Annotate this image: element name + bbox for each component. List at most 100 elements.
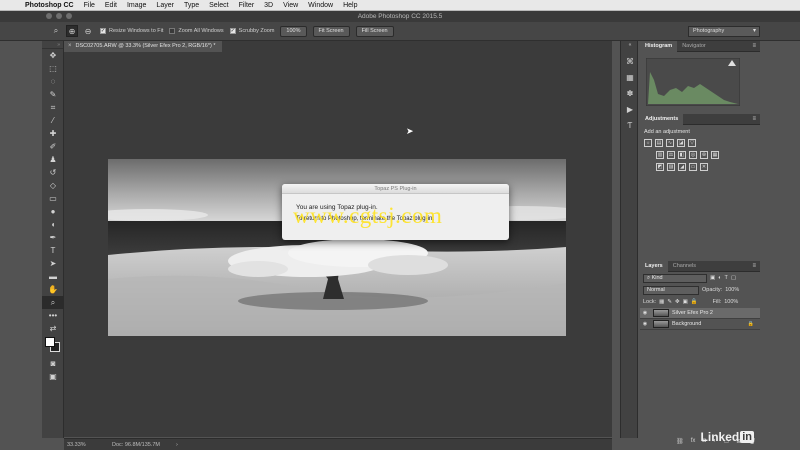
- resize-windows-checkbox[interactable]: ✓ Resize Windows to Fit: [100, 28, 163, 34]
- rectangle-tool-icon[interactable]: ▬: [42, 270, 64, 283]
- zoom-tool-icon[interactable]: ⌕: [42, 296, 64, 309]
- gradient-map-icon[interactable]: ▭: [689, 163, 697, 171]
- layer-kind-filter[interactable]: ⌕ Kind: [643, 273, 707, 283]
- menu-type[interactable]: Type: [179, 0, 204, 11]
- tab-navigator[interactable]: Navigator: [677, 41, 711, 52]
- black-white-icon[interactable]: ◧: [678, 151, 686, 159]
- status-menu-arrow-icon[interactable]: ›: [176, 442, 178, 448]
- curves-icon[interactable]: ∿: [666, 139, 674, 147]
- opacity-value[interactable]: 100%: [725, 287, 739, 293]
- brightness-contrast-icon[interactable]: ☼: [644, 139, 652, 147]
- quick-mask-icon[interactable]: ◙: [42, 357, 64, 370]
- posterize-icon[interactable]: ▨: [667, 163, 675, 171]
- fill-screen-button[interactable]: Fill Screen: [355, 25, 394, 37]
- panel-collapse-icon[interactable]: »: [42, 41, 63, 49]
- canvas-area[interactable]: [64, 52, 612, 437]
- menu-view[interactable]: View: [278, 0, 303, 11]
- properties-panel-icon[interactable]: ▦: [621, 69, 639, 85]
- blur-tool-icon[interactable]: ●: [42, 205, 64, 218]
- panel-menu-icon[interactable]: ≡: [752, 41, 756, 52]
- zoom-all-windows-checkbox[interactable]: Zoom All Windows: [169, 28, 224, 34]
- filter-shape-icon[interactable]: ▢: [731, 275, 736, 281]
- menu-filter[interactable]: Filter: [234, 0, 260, 11]
- filter-type-icon[interactable]: T: [725, 275, 728, 281]
- brush-tool-icon[interactable]: ✐: [42, 140, 64, 153]
- zoom-in-icon[interactable]: ⊕: [66, 25, 78, 37]
- lock-position-icon[interactable]: ✥: [675, 299, 680, 305]
- scrubby-zoom-checkbox[interactable]: ✓ Scrubby Zoom: [229, 28, 274, 34]
- menu-layer[interactable]: Layer: [151, 0, 179, 11]
- vibrance-icon[interactable]: ▽: [688, 139, 696, 147]
- tab-channels[interactable]: Channels: [668, 261, 701, 272]
- actions-panel-icon[interactable]: ▶: [621, 101, 639, 117]
- eyedropper-tool-icon[interactable]: ⁄: [42, 114, 64, 127]
- filter-pixel-icon[interactable]: ▣: [710, 275, 715, 281]
- screen-mode-icon[interactable]: ▣: [42, 370, 64, 383]
- levels-icon[interactable]: ▤: [655, 139, 663, 147]
- channel-mixer-icon[interactable]: ⊛: [700, 151, 708, 159]
- history-brush-tool-icon[interactable]: ↺: [42, 166, 64, 179]
- topaz-panel-icon[interactable]: Ƭ: [621, 117, 639, 133]
- threshold-icon[interactable]: ◢: [678, 163, 686, 171]
- hue-saturation-icon[interactable]: ▥: [656, 151, 664, 159]
- zoom-out-icon[interactable]: ⊖: [82, 25, 94, 37]
- tab-layers[interactable]: Layers: [640, 260, 668, 272]
- menu-window[interactable]: Window: [303, 0, 338, 11]
- invert-icon[interactable]: ◩: [656, 163, 664, 171]
- gradient-tool-icon[interactable]: ▭: [42, 192, 64, 205]
- menu-help[interactable]: Help: [338, 0, 362, 11]
- fill-value[interactable]: 100%: [724, 299, 738, 305]
- layer-style-icon[interactable]: fx: [691, 438, 696, 448]
- color-balance-icon[interactable]: ⚖: [667, 151, 675, 159]
- color-lookup-icon[interactable]: ▦: [711, 151, 719, 159]
- close-window-icon[interactable]: [46, 13, 52, 19]
- hand-tool-icon[interactable]: ✋: [42, 283, 64, 296]
- clone-stamp-tool-icon[interactable]: ♟: [42, 153, 64, 166]
- minimize-window-icon[interactable]: [56, 13, 62, 19]
- photo-filter-icon[interactable]: ◎: [689, 151, 697, 159]
- lasso-tool-icon[interactable]: ◌: [42, 75, 64, 88]
- menu-select[interactable]: Select: [204, 0, 233, 11]
- eraser-tool-icon[interactable]: ◇: [42, 179, 64, 192]
- lock-transparent-icon[interactable]: ▦: [659, 299, 664, 305]
- link-layers-icon[interactable]: ⛓: [676, 438, 684, 448]
- path-selection-tool-icon[interactable]: ➤: [42, 257, 64, 270]
- lock-pixels-icon[interactable]: ✎: [667, 299, 672, 305]
- menu-photoshop[interactable]: Photoshop CC: [20, 0, 79, 11]
- zoom-level[interactable]: 33.33%: [64, 442, 92, 448]
- healing-brush-tool-icon[interactable]: ✚: [42, 127, 64, 140]
- foreground-color-swatch[interactable]: [45, 337, 55, 347]
- panel-expand-icon[interactable]: «: [621, 41, 639, 49]
- menu-edit[interactable]: Edit: [100, 0, 122, 11]
- eye-icon[interactable]: ◉: [640, 310, 650, 316]
- layer-row[interactable]: ◉ Silver Efex Pro 2: [640, 308, 760, 319]
- quick-select-tool-icon[interactable]: ✎: [42, 88, 64, 101]
- default-colors-icon[interactable]: ⇄: [42, 322, 64, 335]
- zoom-100-button[interactable]: 100%: [280, 25, 307, 37]
- close-tab-icon[interactable]: ×: [68, 41, 72, 52]
- document-tab[interactable]: × DSC02705.ARW @ 33.3% (Silver Efex Pro …: [64, 41, 222, 52]
- history-panel-icon[interactable]: ⌘: [621, 53, 639, 69]
- brush-presets-panel-icon[interactable]: ✽: [621, 85, 639, 101]
- lock-all-icon[interactable]: 🔒: [691, 299, 698, 305]
- pen-tool-icon[interactable]: ✒: [42, 231, 64, 244]
- panel-menu-icon[interactable]: ≡: [752, 114, 756, 125]
- color-swatches[interactable]: [42, 335, 63, 357]
- layer-row[interactable]: ◉ Background 🔒: [640, 319, 760, 330]
- marquee-tool-icon[interactable]: ⬚: [42, 62, 64, 75]
- zoom-tool-preset-icon[interactable]: ⌕: [50, 25, 62, 37]
- selective-color-icon[interactable]: ✕: [700, 163, 708, 171]
- type-tool-icon[interactable]: T: [42, 244, 64, 257]
- tab-histogram[interactable]: Histogram: [640, 40, 678, 52]
- blend-mode-select[interactable]: Normal: [643, 285, 699, 295]
- lock-artboard-icon[interactable]: ▣: [683, 299, 688, 305]
- dodge-tool-icon[interactable]: ◖: [42, 218, 64, 231]
- eye-icon[interactable]: ◉: [640, 321, 650, 327]
- exposure-icon[interactable]: ◪: [677, 139, 685, 147]
- workspace-select[interactable]: Photography: [688, 26, 760, 37]
- menu-file[interactable]: File: [79, 0, 100, 11]
- panel-menu-icon[interactable]: ≡: [752, 261, 756, 272]
- tab-adjustments[interactable]: Adjustments: [640, 113, 684, 125]
- filter-adjustment-icon[interactable]: ◐: [718, 275, 721, 281]
- crop-tool-icon[interactable]: ⌗: [42, 101, 64, 114]
